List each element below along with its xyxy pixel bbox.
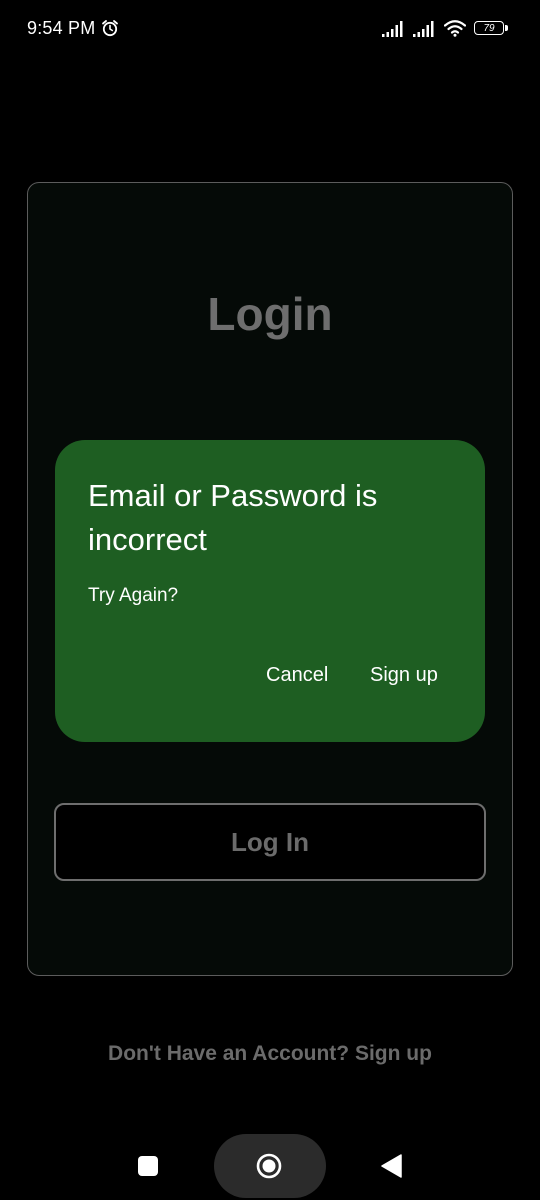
signal-icon [382, 21, 403, 37]
alarm-icon [102, 20, 118, 37]
wifi-icon [444, 20, 466, 37]
home-circle-icon[interactable] [256, 1153, 282, 1179]
status-time: 9:54 PM [27, 18, 96, 38]
signup-link[interactable]: Don't Have an Account? Sign up [0, 1042, 540, 1066]
cancel-button[interactable]: Cancel [266, 664, 328, 687]
login-button[interactable]: Log In [54, 803, 486, 881]
sign-up-button[interactable]: Sign up [370, 664, 438, 687]
battery-level: 79 [474, 21, 504, 35]
back-triangle-icon[interactable] [380, 1154, 402, 1178]
recents-square-icon[interactable] [138, 1156, 158, 1176]
login-title: Login [207, 288, 333, 340]
dialog-message: Try Again? [88, 585, 179, 606]
dialog-title: Email or Password is incorrect [88, 478, 378, 557]
status-bar: 9:54 PM 79 [0, 0, 540, 58]
battery-icon: 79 [474, 21, 508, 37]
signal-icon [413, 21, 434, 37]
battery-cap [505, 25, 508, 31]
error-dialog: Email or Password is incorrect Try Again… [55, 440, 485, 742]
